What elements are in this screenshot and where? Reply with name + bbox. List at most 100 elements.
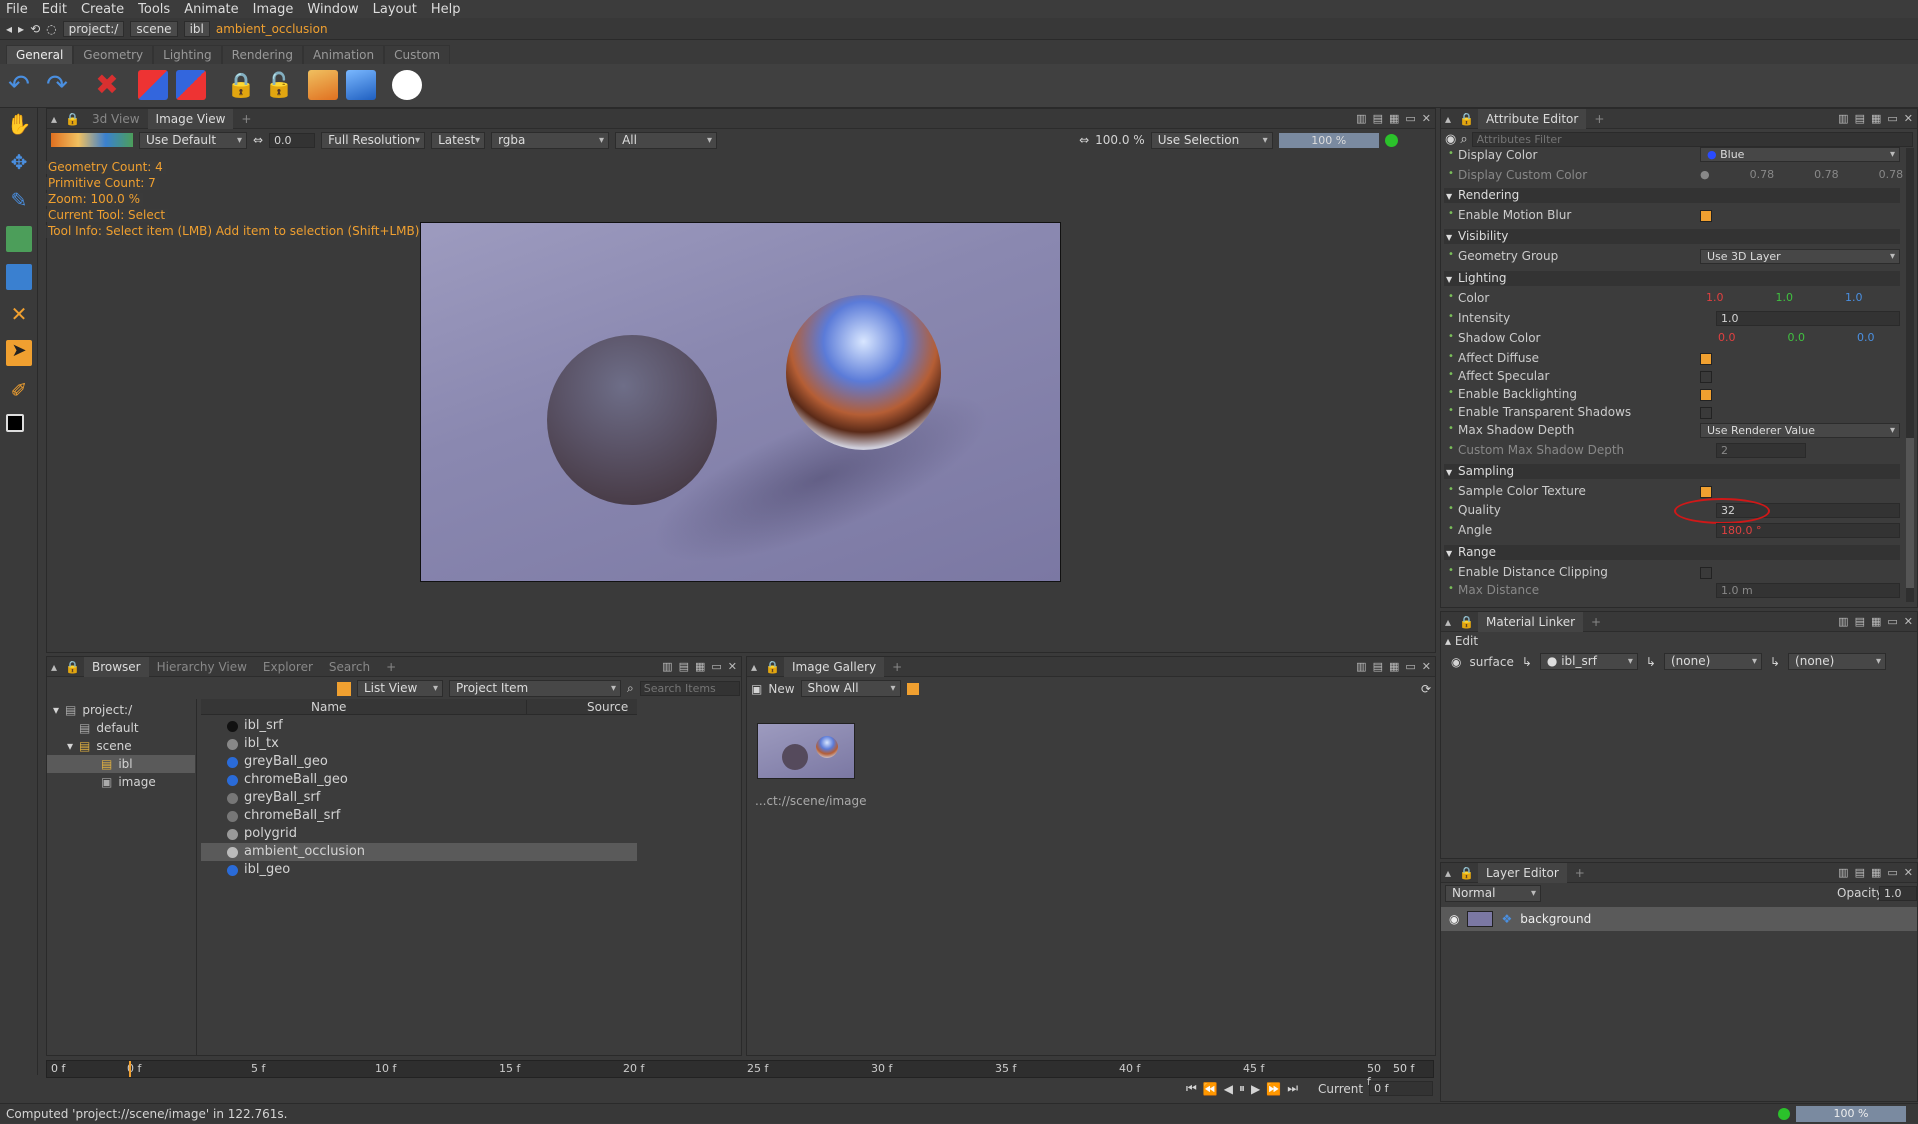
lock-icon[interactable]: 🔒 — [226, 70, 256, 100]
maximize-icon[interactable]: ▭ — [711, 660, 721, 673]
play-back-icon[interactable]: ◀ — [1224, 1082, 1233, 1096]
zoom-value[interactable]: 100.0 % — [1095, 133, 1145, 147]
split-icon[interactable]: ▤ — [1855, 112, 1865, 125]
grid-icon[interactable]: ▦ — [1871, 866, 1881, 879]
maximize-icon[interactable]: ▭ — [1887, 112, 1897, 125]
move-tool-icon[interactable]: ✥ — [6, 150, 32, 176]
gallery-options-icon[interactable] — [906, 682, 919, 695]
close-icon[interactable]: ✕ — [728, 660, 737, 673]
slot3-dropdown[interactable]: (none) — [1788, 653, 1887, 670]
list-item[interactable]: polygrid — [201, 825, 637, 843]
breadcrumb-ibl[interactable]: ibl — [183, 20, 210, 37]
current-frame-field[interactable]: 0 f — [1369, 1081, 1434, 1096]
selection-dropdown[interactable]: Use Selection — [1150, 131, 1273, 149]
pause-icon[interactable]: ⏸ — [1239, 1081, 1245, 1096]
list-item[interactable]: ibl_srf — [201, 717, 637, 735]
column-source[interactable]: Source — [526, 700, 696, 714]
section-range[interactable]: Range — [1444, 545, 1900, 561]
stop-icon[interactable]: ◌ — [46, 22, 56, 36]
tab-3d-view[interactable]: 3d View — [84, 109, 148, 129]
layer-row-background[interactable]: ◉ ❖ background — [1441, 907, 1917, 931]
version-dropdown[interactable]: Latest — [431, 131, 486, 149]
pen-tool-icon[interactable]: ✐ — [6, 378, 32, 404]
list-item[interactable]: ambient_occlusion — [201, 843, 637, 861]
close-icon[interactable]: ✕ — [1904, 112, 1913, 125]
view-mode-dropdown[interactable]: List View — [357, 680, 443, 697]
display-color-dropdown[interactable]: ● Blue — [1700, 147, 1900, 162]
timeline-end[interactable]: 50 f — [1393, 1062, 1414, 1075]
add-tab-icon[interactable]: + — [1583, 612, 1609, 632]
tab-material-linker[interactable]: Material Linker — [1477, 611, 1584, 632]
light-ball-icon[interactable] — [392, 70, 422, 100]
eye-icon[interactable]: ◉ — [1449, 912, 1459, 926]
layout-icon[interactable]: ▥ — [662, 660, 672, 673]
panel-menu-icon[interactable]: ▴ — [1441, 112, 1455, 126]
geometry-group-dropdown[interactable]: Use 3D Layer — [1700, 249, 1900, 264]
tab-layer-editor[interactable]: Layer Editor — [1477, 862, 1567, 883]
menu-image[interactable]: Image — [253, 2, 294, 17]
redo-icon[interactable]: ↷ — [42, 70, 72, 100]
display-dropdown[interactable]: Use Default — [139, 131, 247, 149]
enable-transparent-shadows-checkbox[interactable] — [1700, 407, 1712, 419]
maximize-icon[interactable]: ▭ — [1405, 112, 1415, 125]
breadcrumb-scene[interactable]: scene — [130, 20, 178, 37]
enable-distance-clipping-checkbox[interactable] — [1700, 567, 1712, 579]
panel-menu-icon[interactable]: ▴ — [1441, 866, 1455, 880]
material-dropdown[interactable]: ● ibl_srf — [1539, 653, 1638, 670]
angle-field[interactable]: 180.0 ° — [1716, 523, 1900, 538]
add-tab-icon[interactable]: + — [1586, 109, 1612, 129]
tab-browser[interactable]: Browser — [83, 656, 149, 677]
close-icon[interactable]: ✕ — [1422, 112, 1431, 125]
menu-tools[interactable]: Tools — [138, 2, 170, 17]
panel-lock-icon[interactable]: 🔒 — [761, 660, 784, 674]
back-icon[interactable]: ◂ — [6, 22, 12, 36]
enable-motion-blur-checkbox[interactable] — [1700, 210, 1712, 222]
custom-max-shadow-depth-field[interactable]: 2 — [1716, 443, 1806, 458]
new-button[interactable]: New — [768, 682, 794, 696]
rewind-icon[interactable]: ⏮ — [1186, 1081, 1197, 1096]
rendered-image[interactable] — [420, 222, 1061, 582]
display-custom-color-values[interactable]: ● 0.78 0.78 0.78 — [1700, 168, 1903, 181]
shield-icon[interactable] — [346, 70, 376, 100]
group-icon[interactable] — [138, 70, 168, 100]
list-item[interactable]: greyBall_geo — [201, 753, 637, 771]
timeline-ruler[interactable]: 0 f5 f 10 f 15 f 20 f 25 f 30 f 35 f 40 f 45 f 50… — [127, 1061, 1381, 1088]
show-filter-dropdown[interactable]: Show All — [800, 680, 901, 697]
list-item[interactable]: greyBall_srf — [201, 789, 637, 807]
refresh-icon[interactable]: ⟲ — [30, 22, 40, 36]
layout-icon[interactable]: ▥ — [1356, 660, 1366, 673]
panel-menu-icon[interactable]: ▴ — [47, 660, 61, 674]
unlock-icon[interactable]: 🔓 — [264, 70, 294, 100]
maximize-icon[interactable]: ▭ — [1887, 615, 1897, 628]
split-icon[interactable]: ▤ — [1373, 112, 1383, 125]
tab-image-view[interactable]: Image View — [147, 108, 234, 129]
tree-item-ibl[interactable]: ▤ ibl — [47, 755, 195, 773]
step-forward-icon[interactable]: ⏩ — [1266, 1082, 1281, 1096]
exposure-field[interactable]: 0.0 — [269, 132, 316, 148]
max-shadow-depth-dropdown[interactable]: Use Renderer Value — [1700, 423, 1900, 438]
panel-lock-icon[interactable]: 🔒 — [1455, 615, 1478, 629]
column-name[interactable]: Name — [311, 700, 346, 714]
add-tab-icon[interactable]: + — [884, 657, 910, 677]
tab-animation[interactable]: Animation — [302, 45, 385, 65]
breadcrumb-project[interactable]: project:/ — [62, 20, 125, 37]
tab-hierarchy-view[interactable]: Hierarchy View — [149, 657, 255, 677]
shadow-color-values[interactable]: 0.0 0.0 0.0 — [1718, 331, 1875, 344]
transform-tool-icon[interactable]: ✕ — [6, 302, 32, 328]
panel-lock-icon[interactable]: 🔒 — [61, 660, 84, 674]
step-back-icon[interactable]: ⏪ — [1203, 1082, 1218, 1096]
menu-edit[interactable]: Edit — [42, 2, 67, 17]
blend-mode-dropdown[interactable]: Normal — [1445, 885, 1541, 902]
timeline-playhead[interactable] — [129, 1061, 131, 1077]
intensity-field[interactable]: 1.0 — [1716, 311, 1900, 326]
image-tool-icon[interactable] — [6, 226, 32, 252]
color-swatch-icon[interactable] — [6, 414, 24, 432]
close-icon[interactable]: ✕ — [1904, 866, 1913, 879]
grid-icon[interactable]: ▦ — [1871, 112, 1881, 125]
timeline[interactable]: 0 f 0 f5 f 10 f 15 f 20 f 25 f 30 f 35 f 40 f 45… — [46, 1060, 1434, 1088]
list-item[interactable]: chromeBall_geo — [201, 771, 637, 789]
sample-color-texture-checkbox[interactable] — [1700, 486, 1712, 498]
affect-specular-checkbox[interactable] — [1700, 371, 1712, 383]
timeline-start[interactable]: 0 f — [51, 1062, 65, 1075]
eye-icon[interactable]: ◉ — [1451, 655, 1461, 669]
